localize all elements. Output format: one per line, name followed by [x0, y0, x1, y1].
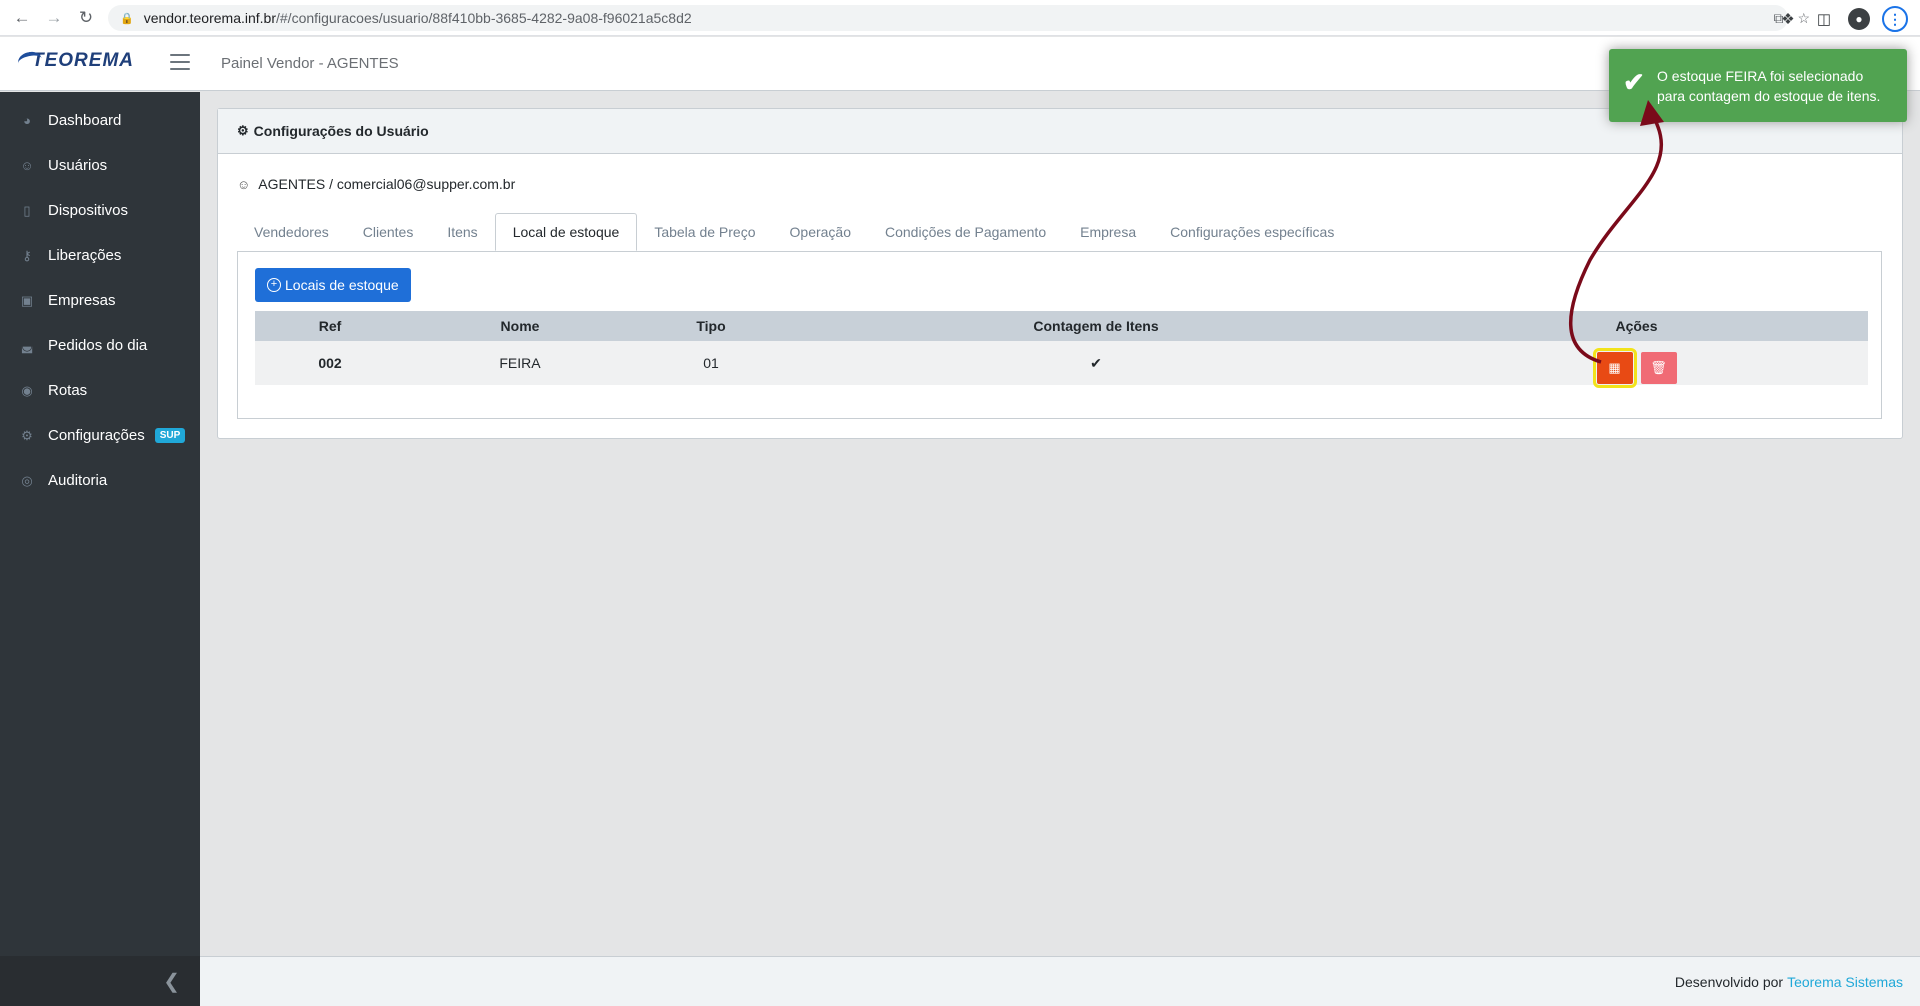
tab-clientes[interactable]: Clientes [346, 213, 431, 251]
teorema-sistemas-link[interactable]: Teorema Sistemas [1787, 974, 1903, 990]
cell-ref: 002 [318, 355, 342, 371]
sidebar-item-auditoria[interactable]: ◎ Auditoria [0, 458, 200, 503]
table-row[interactable]: 002 FEIRA 01 ✔ ▦ 🗑 [255, 341, 1868, 388]
browser-menu-icon[interactable]: ⋮ [1882, 6, 1908, 32]
cell-tipo: 01 [703, 355, 719, 371]
reload-icon[interactable]: ↻ [74, 6, 98, 30]
stock-tab-panel: + Locais de estoque Ref Nome Tipo Contag… [237, 251, 1882, 419]
sidebar-item-usuarios[interactable]: ☺ Usuários [0, 143, 200, 188]
back-icon[interactable]: ← [10, 6, 34, 30]
eye-icon: ◎ [21, 472, 33, 488]
teorema-logo[interactable]: TEOREMA [16, 49, 134, 73]
sidebar-collapse-button[interactable]: ❮ [0, 956, 200, 1006]
browser-toolbar: ← → ↻ 🔒 vendor.teorema.inf.br/#/configur… [0, 0, 1920, 36]
tab-empresa[interactable]: Empresa [1063, 213, 1153, 251]
col-acoes: Ações [1615, 318, 1658, 334]
address-bar[interactable]: 🔒 vendor.teorema.inf.br/#/configuracoes/… [108, 5, 1788, 31]
basket-icon: ◛ [20, 337, 34, 353]
check-icon: ✔ [1623, 67, 1645, 97]
tab-condicoes-pagamento[interactable]: Condições de Pagamento [868, 213, 1063, 251]
tab-local-de-estoque[interactable]: Local de estoque [494, 213, 638, 251]
tab-itens[interactable]: Itens [430, 213, 494, 251]
user-outline-icon: ☺ [237, 176, 251, 192]
sidebar: ◕ Dashboard ☺ Usuários ▯ Dispositivos ⚷ Libe… [0, 92, 200, 1006]
success-toast[interactable]: ✔ O estoque FEIRA foi selecionado para c… [1609, 49, 1907, 122]
trash-icon: 🗑 [1650, 360, 1667, 375]
chevron-left-icon: ❮ [163, 970, 180, 993]
check-icon: ✔ [1090, 354, 1102, 371]
tab-configuracoes-especificas[interactable]: Configurações específicas [1153, 213, 1351, 251]
tab-operacao[interactable]: Operação [773, 213, 868, 251]
gear-icon: ⚙ [21, 427, 33, 443]
user-icon: ☺ [20, 158, 34, 173]
sidebar-item-dashboard[interactable]: ◕ Dashboard [0, 98, 200, 143]
speedometer-icon: ◕ [23, 113, 31, 128]
count-stock-button[interactable]: ▦ [1592, 348, 1637, 388]
sidebar-item-liberacoes[interactable]: ⚷ Liberações [0, 233, 200, 278]
row-actions: ▦ 🗑 [1405, 342, 1868, 388]
toast-message: O estoque FEIRA foi selecionado para con… [1657, 67, 1881, 104]
lock-icon: 🔒 [120, 12, 134, 25]
stock-grid: Ref Nome Tipo Contagem de Itens Ações 00… [255, 311, 1868, 388]
settings-tabs: Vendedores Clientes Itens Local de estoq… [237, 213, 1351, 251]
user-settings-card: ⚙ Configurações do Usuário ☺ AGENTES / c… [217, 108, 1903, 439]
delete-button[interactable]: 🗑 [1640, 352, 1677, 384]
cell-nome: FEIRA [499, 355, 541, 371]
add-stock-location-button[interactable]: + Locais de estoque [255, 268, 411, 302]
extensions-icon[interactable]: ❖ [1776, 7, 1800, 31]
url-text: vendor.teorema.inf.br/#/configuracoes/us… [143, 10, 692, 26]
profile-avatar-icon[interactable]: ● [1848, 8, 1870, 30]
forward-icon[interactable]: → [42, 6, 66, 30]
sidebar-item-rotas[interactable]: ◉ Rotas [0, 368, 200, 413]
user-identity: ☺ AGENTES / comercial06@supper.com.br [237, 176, 516, 192]
calculator-icon: ▦ [1608, 360, 1621, 375]
col-tipo[interactable]: Tipo [635, 318, 787, 334]
sidebar-item-configuracoes[interactable]: ⚙ Configurações SUP [0, 413, 200, 458]
col-contagem[interactable]: Contagem de Itens [787, 318, 1405, 334]
sidebar-item-dispositivos[interactable]: ▯ Dispositivos [0, 188, 200, 233]
footer: Desenvolvido por Teorema Sistemas [200, 956, 1920, 1006]
plus-circle-icon: + [267, 278, 281, 292]
gears-icon: ⚙ [237, 123, 249, 138]
grid-header: Ref Nome Tipo Contagem de Itens Ações [255, 311, 1868, 341]
map-pin-icon: ◉ [21, 382, 33, 398]
col-nome[interactable]: Nome [405, 318, 635, 334]
col-ref[interactable]: Ref [255, 318, 405, 334]
briefcase-icon: ▣ [20, 292, 34, 308]
side-panel-icon[interactable]: ◫ [1812, 7, 1836, 31]
panel-title: Painel Vendor - AGENTES [221, 55, 399, 72]
card-title: Configurações do Usuário [253, 123, 429, 139]
sidebar-item-empresas[interactable]: ▣ Empresas [0, 278, 200, 323]
tab-vendedores[interactable]: Vendedores [237, 213, 346, 251]
sidebar-item-pedidos[interactable]: ◛ Pedidos do dia [0, 323, 200, 368]
tab-tabela-de-preco[interactable]: Tabela de Preço [637, 213, 772, 251]
sup-badge: SUP [154, 428, 186, 443]
key-icon: ⚷ [22, 247, 32, 263]
menu-toggle-icon[interactable] [170, 54, 190, 70]
phone-icon: ▯ [23, 202, 31, 218]
